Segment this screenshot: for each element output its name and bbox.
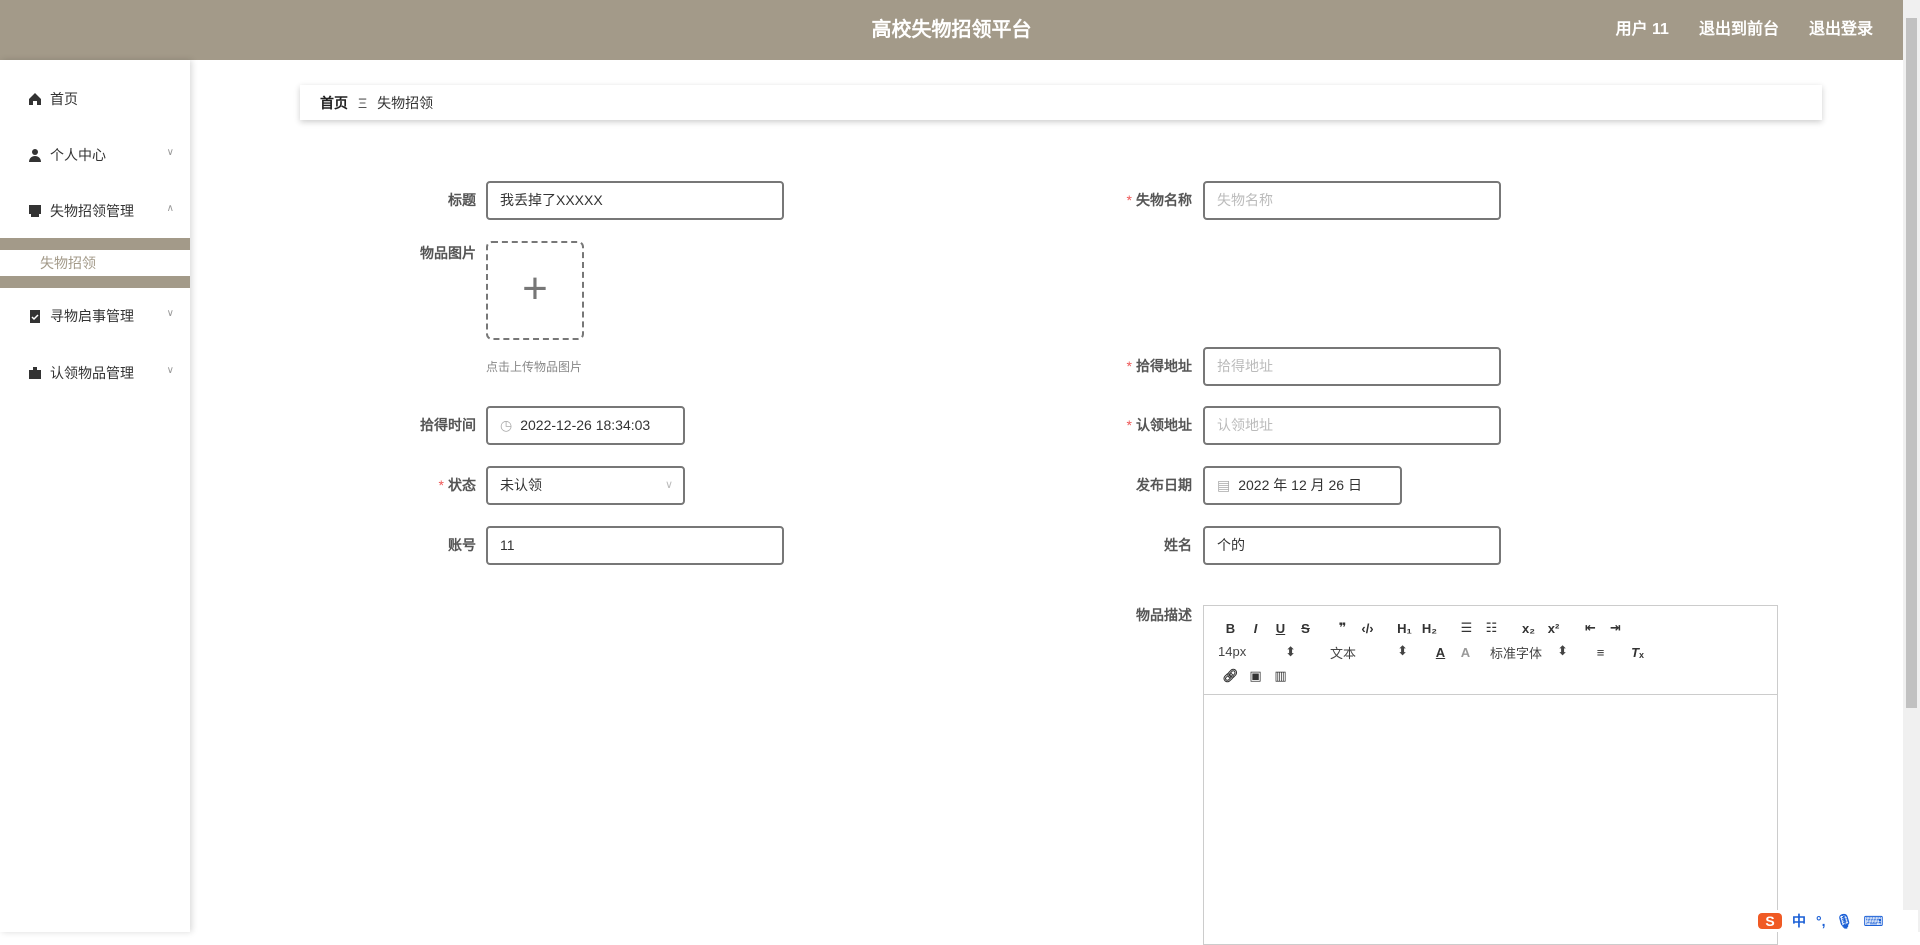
breadcrumb-current: 失物招领: [377, 94, 434, 111]
account-input[interactable]: 11: [486, 526, 784, 565]
found-addr-input[interactable]: 拾得地址: [1203, 347, 1501, 386]
store-icon: [29, 205, 41, 217]
underline-icon[interactable]: U: [1268, 621, 1293, 636]
blockquote-icon[interactable]: ❞: [1330, 620, 1355, 636]
clipboard-check-icon: [30, 310, 40, 323]
bullet-list-icon[interactable]: ☷: [1479, 620, 1504, 636]
clear-format-icon[interactable]: Tₓ: [1625, 645, 1650, 660]
image-upload[interactable]: +: [486, 241, 584, 340]
microphone-icon[interactable]: 🎙︎: [1836, 913, 1854, 930]
sidebar-item-home[interactable]: 首页: [0, 79, 190, 119]
bold-icon[interactable]: B: [1218, 621, 1243, 636]
briefcase-icon: [29, 367, 41, 379]
sidebar: 首页 个人中心 ∨ 失物招领管理 ∧ 失物招领 寻物启事管理 ∨ 认领物品管理 ∨: [0, 60, 190, 932]
found-addr-label: * 拾得地址: [1126, 358, 1192, 374]
superscript-icon[interactable]: x²: [1541, 621, 1566, 636]
scrollbar-thumb[interactable]: [1906, 18, 1917, 708]
sidebar-item-label: 个人中心: [50, 147, 106, 163]
found-time-picker[interactable]: ◷ 2022-12-26 18:34:03: [486, 406, 685, 445]
status-label: * 状态: [438, 477, 476, 493]
chevron-up-icon: ∧: [166, 203, 174, 214]
sidebar-item-label: 认领物品管理: [50, 365, 134, 381]
breadcrumb: 首页 Ξ 失物招领: [300, 85, 1822, 120]
image-icon[interactable]: ▣: [1243, 668, 1268, 684]
ordered-list-icon[interactable]: ☰: [1454, 620, 1479, 636]
italic-icon[interactable]: I: [1243, 621, 1268, 636]
ime-toolbar: S 中 °, 🎙︎ ⌨: [1758, 910, 1918, 932]
chevron-down-icon: ∨: [166, 365, 174, 376]
editor-content[interactable]: [1204, 695, 1777, 945]
outdent-icon[interactable]: ⇤: [1578, 620, 1603, 636]
exit-to-front-link[interactable]: 退出到前台: [1699, 0, 1779, 60]
image-label: 物品图片: [420, 245, 476, 261]
claim-addr-label: * 认领地址: [1126, 417, 1192, 433]
submenu-band: [0, 276, 190, 288]
h2-icon[interactable]: H₂: [1417, 621, 1442, 636]
title-label: 标题: [448, 192, 476, 208]
desc-label: 物品描述: [1136, 607, 1192, 623]
video-icon[interactable]: ▥: [1268, 668, 1293, 684]
realname-label: 姓名: [1164, 537, 1192, 553]
title-input[interactable]: 我丢掉了XXXXX: [486, 181, 784, 220]
sidebar-item-seek[interactable]: 寻物启事管理 ∨: [0, 296, 190, 336]
block-format-select[interactable]: 文本 ⬍: [1330, 643, 1428, 662]
subscript-icon[interactable]: x₂: [1516, 621, 1541, 636]
strike-icon[interactable]: S: [1293, 621, 1318, 636]
sidebar-item-claim[interactable]: 认领物品管理 ∨: [0, 353, 190, 393]
user-icon: [29, 149, 41, 162]
font-family-select[interactable]: 标准字体 ⬍: [1490, 643, 1588, 662]
sidebar-item-personal[interactable]: 个人中心 ∨: [0, 135, 190, 175]
chevron-down-icon: ∨: [166, 147, 174, 158]
breadcrumb-separator: Ξ: [358, 94, 368, 111]
font-color-icon[interactable]: A: [1428, 645, 1453, 660]
sidebar-item-label: 失物招领管理: [50, 203, 134, 219]
sidebar-item-label: 首页: [50, 91, 78, 107]
found-time-label: 拾得时间: [420, 417, 476, 433]
name-input[interactable]: 失物名称: [1203, 181, 1501, 220]
chevron-down-icon: ∨: [664, 479, 673, 491]
code-icon[interactable]: ‹/›: [1355, 621, 1380, 636]
page-scrollbar[interactable]: [1903, 0, 1920, 932]
font-size-select[interactable]: 14px ⬍: [1218, 644, 1316, 660]
plus-icon: +: [522, 264, 548, 313]
ime-punct[interactable]: °,: [1816, 913, 1826, 929]
sidebar-item-label: 寻物启事管理: [50, 308, 134, 324]
account-label: 账号: [448, 537, 476, 553]
logout-link[interactable]: 退出登录: [1809, 0, 1873, 60]
user-name[interactable]: 用户 11: [1616, 0, 1669, 60]
breadcrumb-home[interactable]: 首页: [320, 93, 348, 113]
h1-icon[interactable]: H₁: [1392, 621, 1417, 636]
upload-hint: 点击上传物品图片: [486, 360, 583, 374]
editor-toolbar: B I U S ❞ ‹/› H₁ H₂ ☰ ☷ x₂ x² ⇤ ⇥ 14px ⬍ …: [1204, 606, 1777, 695]
status-select[interactable]: 未认领 ∨: [486, 466, 685, 505]
rich-text-editor: B I U S ❞ ‹/› H₁ H₂ ☰ ☷ x₂ x² ⇤ ⇥ 14px ⬍ …: [1203, 605, 1778, 945]
ime-lang[interactable]: 中: [1792, 911, 1806, 931]
top-header: 高校失物招领平台 用户 11 退出到前台 退出登录: [0, 0, 1903, 60]
clock-icon: ◷: [500, 417, 513, 433]
realname-input[interactable]: 个的: [1203, 526, 1501, 565]
submenu-band: [0, 238, 190, 250]
chevron-down-icon: ∨: [166, 308, 174, 319]
indent-icon[interactable]: ⇥: [1603, 620, 1628, 636]
sidebar-subitem-lost-found[interactable]: 失物招领: [0, 250, 190, 276]
pub-date-label: 发布日期: [1136, 477, 1192, 493]
background-color-icon[interactable]: A: [1453, 645, 1478, 660]
claim-addr-input[interactable]: 认领地址: [1203, 406, 1501, 445]
pub-date-picker[interactable]: ▤ 2022 年 12 月 26 日: [1203, 466, 1402, 505]
name-label: * 失物名称: [1126, 192, 1192, 208]
link-icon[interactable]: 🔗︎: [1218, 668, 1243, 684]
keyboard-icon[interactable]: ⌨: [1863, 913, 1883, 930]
align-icon[interactable]: ≡: [1588, 645, 1613, 660]
home-icon: [29, 93, 41, 105]
calendar-icon: ▤: [1217, 477, 1231, 493]
sidebar-item-lost-found[interactable]: 失物招领管理 ∧: [0, 191, 190, 231]
sogou-logo-icon: S: [1758, 913, 1782, 929]
